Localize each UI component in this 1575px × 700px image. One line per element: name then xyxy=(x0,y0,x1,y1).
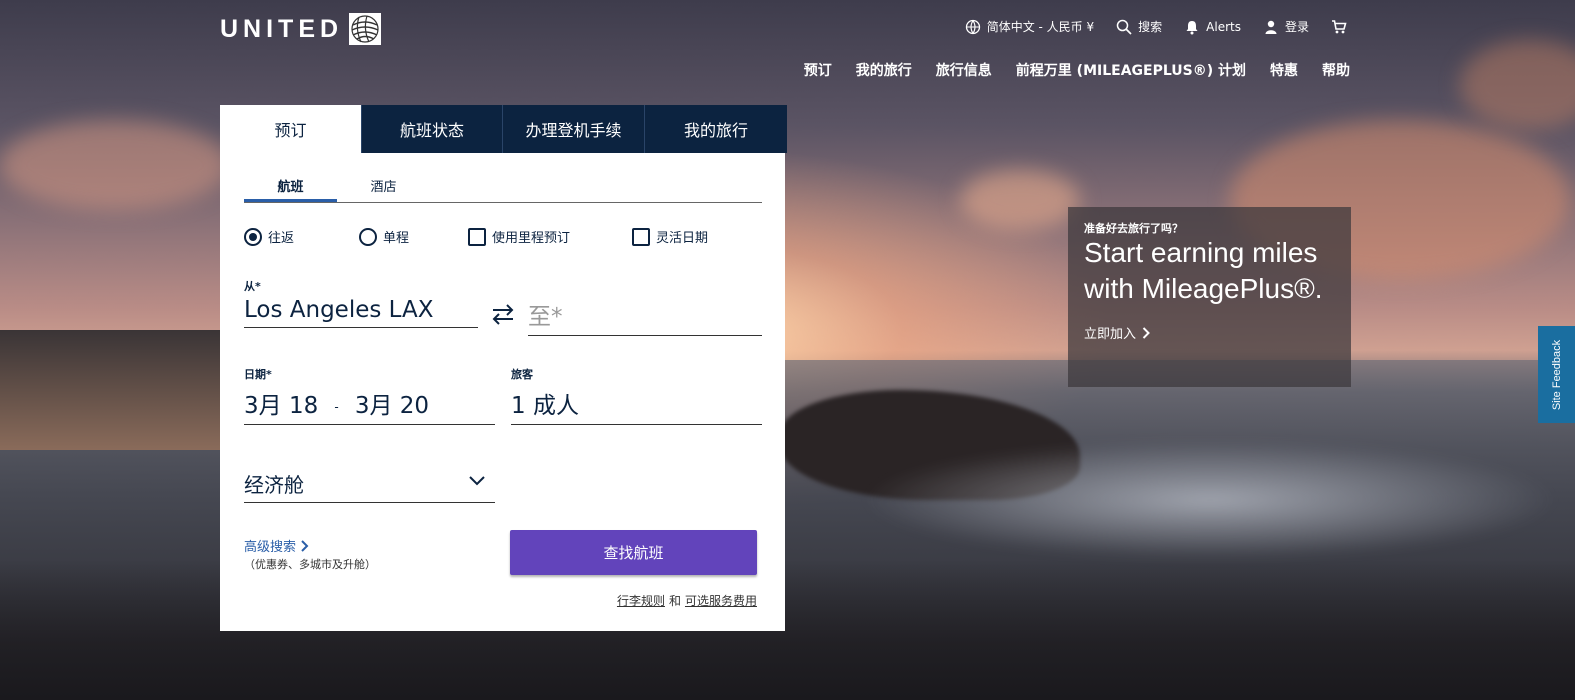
chevron-right-icon xyxy=(1142,326,1150,339)
advanced-search-note: （优惠券、多城市及升舱） xyxy=(244,558,376,571)
travelers-label: 旅客 xyxy=(511,368,533,381)
chevron-down-icon[interactable] xyxy=(468,475,486,487)
login-label: 登录 xyxy=(1284,20,1309,34)
checkbox-icon xyxy=(632,227,650,246)
cabin-select[interactable]: 经济舱 xyxy=(244,469,495,503)
language-label: 简体中文 - 人民币 ¥ xyxy=(986,20,1095,34)
subtab-flights[interactable]: 航班 xyxy=(244,171,337,202)
bell-icon xyxy=(1186,20,1198,34)
site-feedback-tab[interactable]: Site Feedback xyxy=(1538,326,1575,423)
chevron-right-icon xyxy=(301,539,309,552)
find-flights-button[interactable]: 查找航班 xyxy=(510,530,757,575)
radio-unselected-icon xyxy=(359,227,377,246)
fee-links: 行李规则 和 可选服务费用 xyxy=(617,592,757,609)
destination-input[interactable]: 至* xyxy=(528,297,762,336)
join-now-label: 立即加入 xyxy=(1084,327,1137,342)
travelers-input[interactable]: 1 成人 xyxy=(511,386,762,425)
background-cloud xyxy=(1460,40,1575,130)
search-link[interactable]: 搜索 xyxy=(1116,18,1162,35)
advanced-search-label: 高级搜索 xyxy=(244,540,297,555)
language-selector[interactable]: 简体中文 - 人民币 ¥ xyxy=(965,18,1094,35)
search-icon xyxy=(1116,19,1132,35)
optional-fees-link[interactable]: 可选服务费用 xyxy=(685,592,757,609)
use-miles-label: 使用里程预订 xyxy=(492,231,571,246)
background-cloud xyxy=(0,120,230,210)
depart-date: 3月 18 xyxy=(244,393,319,419)
tab-book[interactable]: 预订 xyxy=(220,105,361,153)
nav-item-travel-info[interactable]: 旅行信息 xyxy=(936,60,992,80)
promo-kicker: 准备好去旅行了吗？ xyxy=(1084,222,1183,235)
tab-flight-status[interactable]: 航班状态 xyxy=(361,105,502,153)
booking-subtabs: 航班 酒店 xyxy=(244,171,762,203)
background-cloud xyxy=(960,170,1080,230)
flexible-dates-checkbox[interactable]: 灵活日期 xyxy=(632,227,708,246)
alerts-label: Alerts xyxy=(1206,19,1241,34)
logo-wordmark: UNITED xyxy=(220,14,344,43)
booking-tabs: 预订 航班状态 办理登机手续 我的旅行 xyxy=(220,105,787,153)
promo-headline: Start earning miles with MileagePlus®. xyxy=(1084,237,1323,304)
background-rocks xyxy=(780,390,1080,500)
date-separator: - xyxy=(334,399,339,414)
cart-link[interactable] xyxy=(1331,19,1347,35)
oneway-label: 单程 xyxy=(383,231,410,246)
nav-item-help[interactable]: 帮助 xyxy=(1322,60,1350,80)
date-range-input[interactable]: 3月 18 - 3月 20 xyxy=(244,386,495,425)
login-link[interactable]: 登录 xyxy=(1263,18,1309,35)
roundtrip-label: 往返 xyxy=(268,231,295,246)
use-miles-checkbox[interactable]: 使用里程预订 xyxy=(468,227,570,246)
return-date: 3月 20 xyxy=(354,393,430,419)
nav-item-book[interactable]: 预订 xyxy=(804,60,832,80)
background-shore xyxy=(0,330,230,450)
from-label: 从* xyxy=(244,280,261,293)
utility-nav: 简体中文 - 人民币 ¥ 搜索 Alerts 登录 xyxy=(965,18,1347,35)
mileageplus-promo: 准备好去旅行了吗？ Start earning miles with Milea… xyxy=(1068,207,1351,387)
checkbox-icon xyxy=(468,227,486,246)
globe-logo-icon xyxy=(349,13,382,45)
nav-item-deals[interactable]: 特惠 xyxy=(1270,60,1298,80)
nav-item-my-trips[interactable]: 我的旅行 xyxy=(856,60,912,80)
cart-icon xyxy=(1332,19,1347,33)
tab-my-trips[interactable]: 我的旅行 xyxy=(644,105,787,153)
oneway-radio[interactable]: 单程 xyxy=(359,227,409,246)
date-label: 日期* xyxy=(244,368,272,381)
and-text: 和 xyxy=(668,594,681,608)
main-nav: 预订 我的旅行 旅行信息 前程万里 (MILEAGEPLUS®) 计划 特惠 帮… xyxy=(804,60,1350,80)
flexible-dates-label: 灵活日期 xyxy=(656,231,709,246)
site-feedback-label: Site Feedback xyxy=(1550,339,1563,410)
booking-widget: 预订 航班状态 办理登机手续 我的旅行 航班 酒店 往返 单程 使用里程预订 灵… xyxy=(220,105,787,631)
alerts-link[interactable]: Alerts xyxy=(1184,19,1241,35)
origin-input[interactable]: Los Angeles LAX xyxy=(244,297,478,328)
swap-airports-icon[interactable] xyxy=(490,302,516,326)
search-label: 搜索 xyxy=(1138,20,1163,34)
trip-options: 往返 单程 使用里程预订 灵活日期 xyxy=(244,227,764,251)
bag-rules-link[interactable]: 行李规则 xyxy=(617,592,665,609)
subtab-hotels[interactable]: 酒店 xyxy=(337,171,430,202)
nav-item-mileageplus[interactable]: 前程万里 (MILEAGEPLUS®) 计划 xyxy=(1016,60,1246,80)
advanced-search-link[interactable]: 高级搜索 xyxy=(244,536,310,555)
join-now-link[interactable]: 立即加入 xyxy=(1084,323,1150,342)
united-logo[interactable]: UNITED xyxy=(220,13,382,45)
cabin-value: 经济舱 xyxy=(244,473,304,497)
globe-icon xyxy=(965,19,980,34)
background-surf xyxy=(860,440,1560,560)
user-icon xyxy=(1265,20,1277,34)
radio-selected-icon xyxy=(244,227,262,246)
roundtrip-radio[interactable]: 往返 xyxy=(244,227,294,246)
tab-check-in[interactable]: 办理登机手续 xyxy=(502,105,644,153)
